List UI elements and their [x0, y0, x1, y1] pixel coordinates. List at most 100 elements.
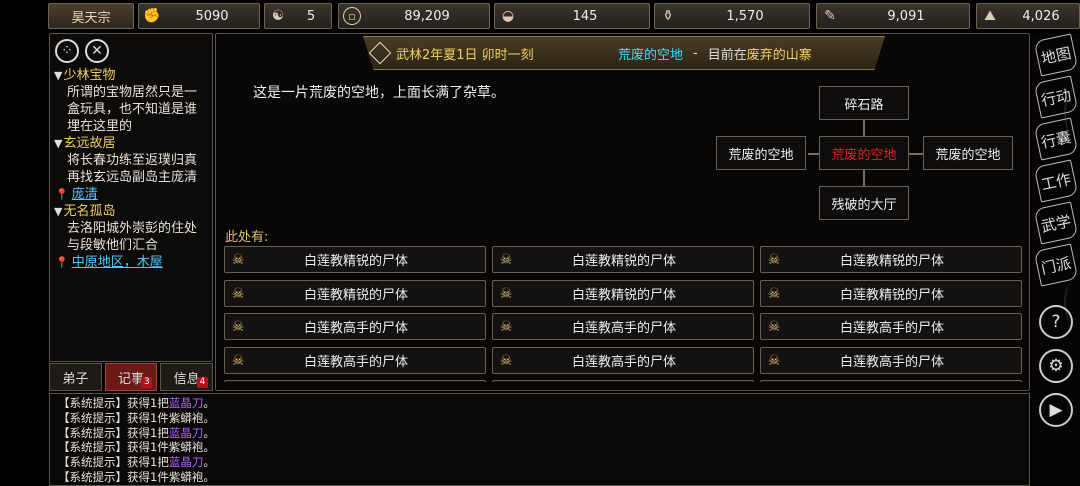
- sect-name-button[interactable]: 昊天宗: [48, 3, 134, 29]
- sect-button[interactable]: 门派: [1033, 243, 1079, 287]
- quest-list: ▼少林宝物 所谓的宝物居然只是一盒玩具，也不知道是谁埋在这里的 ▼玄远故居 将长…: [50, 63, 212, 271]
- help-icon[interactable]: ?: [1039, 305, 1073, 339]
- stat-value: 145: [572, 8, 598, 24]
- play-icon[interactable]: ▶: [1039, 393, 1073, 427]
- item-button[interactable]: ☠ 白莲教精锐的尸体: [760, 246, 1022, 273]
- stat-scroll[interactable]: ✎ 9,091: [816, 3, 970, 29]
- map-node-east[interactable]: 荒废的空地: [923, 136, 1013, 170]
- martial-arts-button[interactable]: 武学: [1033, 201, 1079, 245]
- tab-messages[interactable]: 信息 4: [160, 363, 214, 391]
- map-connector: [863, 170, 865, 186]
- skull-icon: ☠: [499, 352, 513, 369]
- quest-desc: 所谓的宝物居然只是一盒玩具，也不知道是谁埋在这里的: [67, 85, 198, 134]
- log-item-name: 蓝晶刀: [168, 455, 204, 470]
- stat-value: 4,026: [1022, 8, 1060, 24]
- item-button[interactable]: ☠ 白莲教高手的尸体: [224, 347, 486, 374]
- stat-value: 5: [306, 8, 316, 24]
- item-button[interactable]: [224, 380, 486, 382]
- log-item-name: 蓝晶刀: [168, 396, 204, 410]
- stat-value: 89,209: [404, 8, 450, 24]
- current-prefix: 目前在: [707, 47, 747, 63]
- skull-icon: ☠: [231, 285, 245, 302]
- top-stat-bar: 昊天宗 ✊ 5090 ☯ 5 ▫ 89,209 ◒ 145 ⚱ 1,570 ✎ 9,091 …: [48, 3, 1080, 29]
- map-node-north[interactable]: 碎石路: [819, 86, 909, 120]
- stat-yinyang[interactable]: ☯ 5: [264, 3, 332, 29]
- log-item-name: 蓝晶刀: [168, 425, 204, 440]
- map-button[interactable]: 地图: [1033, 33, 1079, 77]
- map-node-west[interactable]: 荒废的空地: [716, 136, 806, 170]
- stat-coins[interactable]: ▫ 89,209: [338, 3, 490, 29]
- tab-journal[interactable]: 记事 3: [104, 363, 158, 391]
- item-button[interactable]: ☠ 白莲教精锐的尸体: [224, 246, 486, 273]
- message-log[interactable]: 【系统提示】获得1把蓝晶刀。 【系统提示】获得1件紫蟒袍。 【系统提示】获得1把…: [49, 393, 1030, 486]
- stat-fist[interactable]: ✊ 5090: [138, 3, 260, 29]
- item-button[interactable]: ☠ 白莲教高手的尸体: [492, 313, 754, 340]
- skull-icon: ☠: [767, 285, 781, 302]
- sect-name: 昊天宗: [71, 10, 111, 26]
- skull-icon: ☠: [499, 318, 513, 335]
- stat-value: 1,570: [726, 8, 764, 24]
- item-button[interactable]: ☠ 白莲教高手的尸体: [760, 347, 1022, 374]
- log-line: 【系统提示】获得1把蓝晶刀。: [58, 425, 215, 440]
- quest-location[interactable]: 📍 庞清: [54, 186, 208, 203]
- current-place: 废弃的山寨: [746, 47, 812, 63]
- diamond-icon: [368, 41, 392, 65]
- skull-icon: ☠: [231, 251, 245, 268]
- quest-location-link[interactable]: 中原地区，木屋: [72, 255, 163, 270]
- location-header: 武林2年夏1日 卯时一刻 荒废的空地 - 目前在 废弃的山寨: [363, 36, 885, 70]
- skull-icon: ☠: [767, 352, 781, 369]
- skull-icon: ☠: [231, 318, 245, 335]
- bowl-icon: ◒: [501, 8, 515, 24]
- stat-gourd[interactable]: ⚱ 1,570: [654, 3, 810, 29]
- fist-icon: ✊: [143, 8, 161, 24]
- expand-icon[interactable]: ⁘: [55, 39, 79, 63]
- quest-location[interactable]: 📍 中原地区，木屋: [54, 254, 208, 271]
- item-button[interactable]: ☠ 白莲教精锐的尸体: [760, 280, 1022, 307]
- item-button[interactable]: [760, 380, 1022, 382]
- map-node-south[interactable]: 残破的大厅: [819, 186, 909, 220]
- left-tabs: 弟子 记事 3 信息 4: [49, 363, 214, 391]
- game-date: 武林2年夏1日 卯时一刻: [396, 47, 534, 63]
- item-button[interactable]: ☠ 白莲教精锐的尸体: [224, 280, 486, 307]
- skull-icon: ☠: [499, 251, 513, 268]
- quest-title[interactable]: ▼少林宝物: [54, 67, 208, 84]
- stat-ore[interactable]: ⛰ 4,026: [976, 3, 1080, 29]
- log-line: 【系统提示】获得1件紫蟒袍。: [58, 469, 215, 484]
- item-button[interactable]: [492, 380, 754, 382]
- map-connector: [909, 153, 923, 155]
- log-line: 【系统提示】获得1件紫蟒袍。: [58, 440, 215, 455]
- here-label: 此处有:: [225, 230, 269, 245]
- stat-value: 5090: [195, 8, 229, 24]
- stat-food[interactable]: ◒ 145: [494, 3, 650, 29]
- location-pin-icon: 📍: [55, 188, 69, 201]
- log-line: 【系统提示】获得1把蓝晶刀。: [58, 396, 215, 410]
- quest-title[interactable]: ▼无名孤岛: [54, 203, 208, 220]
- item-grid: ☠ 白莲教精锐的尸体 ☠ 白莲教精锐的尸体 ☠ 白莲教精锐的尸体 ☠ 白莲教精锐的尸体 …: [224, 246, 1022, 382]
- work-button[interactable]: 工作: [1033, 159, 1079, 203]
- skull-icon: ☠: [767, 318, 781, 335]
- quest-title[interactable]: ▼玄远故居: [54, 135, 208, 152]
- map-node-current: 荒废的空地: [819, 136, 909, 170]
- item-button[interactable]: ☠ 白莲教高手的尸体: [224, 313, 486, 340]
- inventory-button[interactable]: 行囊: [1033, 117, 1079, 161]
- close-icon[interactable]: ✕: [85, 39, 109, 63]
- log-line: 【系统提示】获得1件紫蟒袍。: [58, 410, 215, 425]
- item-button[interactable]: ☠ 白莲教精锐的尸体: [492, 280, 754, 307]
- item-button[interactable]: ☠ 白莲教精锐的尸体: [492, 246, 754, 273]
- gear-icon[interactable]: ⚙: [1039, 349, 1073, 383]
- quest-location-link[interactable]: 庞清: [72, 187, 98, 202]
- item-button[interactable]: ☠ 白莲教高手的尸体: [492, 347, 754, 374]
- location-pin-icon: 📍: [55, 256, 69, 269]
- gourd-icon: ⚱: [662, 8, 674, 24]
- scroll-icon: ✎: [824, 8, 836, 24]
- scene-description: 这是一片荒废的空地，上面长满了杂草。: [253, 85, 505, 101]
- item-button[interactable]: ☠ 白莲教高手的尸体: [760, 313, 1022, 340]
- log-line: 【系统提示】获得1把蓝晶刀。: [58, 455, 215, 470]
- yinyang-icon: ☯: [271, 8, 285, 24]
- skull-icon: ☠: [767, 251, 781, 268]
- tab-disciples[interactable]: 弟子: [49, 363, 102, 391]
- main-panel: 武林2年夏1日 卯时一刻 荒废的空地 - 目前在 废弃的山寨 这是一片荒废的空地…: [215, 33, 1030, 391]
- quest-desc: 将长春功练至返璞归真再找玄远岛副岛主庞清: [67, 153, 198, 185]
- quest-desc: 去洛阳城外崇彭的住处与段敏他们汇合: [67, 221, 198, 253]
- skull-icon: ☠: [231, 352, 245, 369]
